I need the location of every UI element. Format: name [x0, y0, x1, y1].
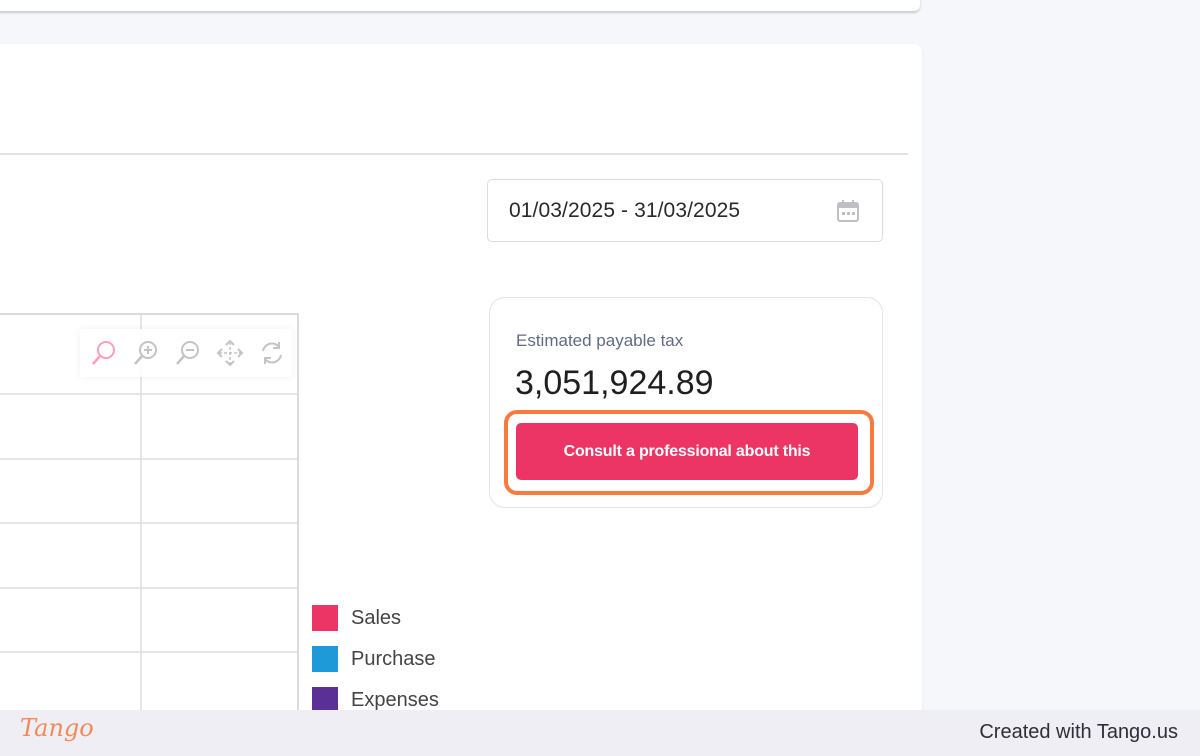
move-icon[interactable]	[214, 337, 246, 369]
page: 01/03/2025 - 31/03/2025 Sales Purchase E…	[0, 0, 1200, 756]
refresh-icon[interactable]	[256, 337, 288, 369]
legend-item-purchase[interactable]: Purchase	[312, 645, 439, 673]
tango-logo: Tango	[20, 714, 94, 742]
zoom-in-icon[interactable]	[130, 337, 162, 369]
legend-label-expenses: Expenses	[351, 688, 439, 711]
section-divider	[0, 153, 908, 155]
chart-legend: Sales Purchase Expenses	[312, 604, 439, 727]
chart-toolbox	[80, 329, 292, 377]
tango-footer: Tango Created with Tango.us	[0, 710, 1200, 756]
calendar-icon[interactable]	[836, 199, 860, 223]
date-range-value[interactable]: 01/03/2025 - 31/03/2025	[509, 199, 740, 223]
legend-swatch-purchase	[312, 646, 338, 672]
zoom-out-icon[interactable]	[172, 337, 204, 369]
consult-professional-button[interactable]: Consult a professional about this	[516, 423, 858, 480]
legend-item-sales[interactable]: Sales	[312, 604, 439, 632]
estimated-tax-label: Estimated payable tax	[516, 331, 684, 350]
legend-label-purchase: Purchase	[351, 647, 436, 670]
estimated-tax-value: 3,051,924.89	[515, 364, 714, 402]
top-card	[0, 0, 920, 11]
legend-label-sales: Sales	[351, 606, 402, 629]
footer-credit: Created with Tango.us	[979, 721, 1178, 743]
legend-swatch-sales	[312, 605, 338, 631]
search-icon[interactable]	[88, 337, 120, 369]
date-range-picker[interactable]: 01/03/2025 - 31/03/2025	[487, 179, 883, 242]
